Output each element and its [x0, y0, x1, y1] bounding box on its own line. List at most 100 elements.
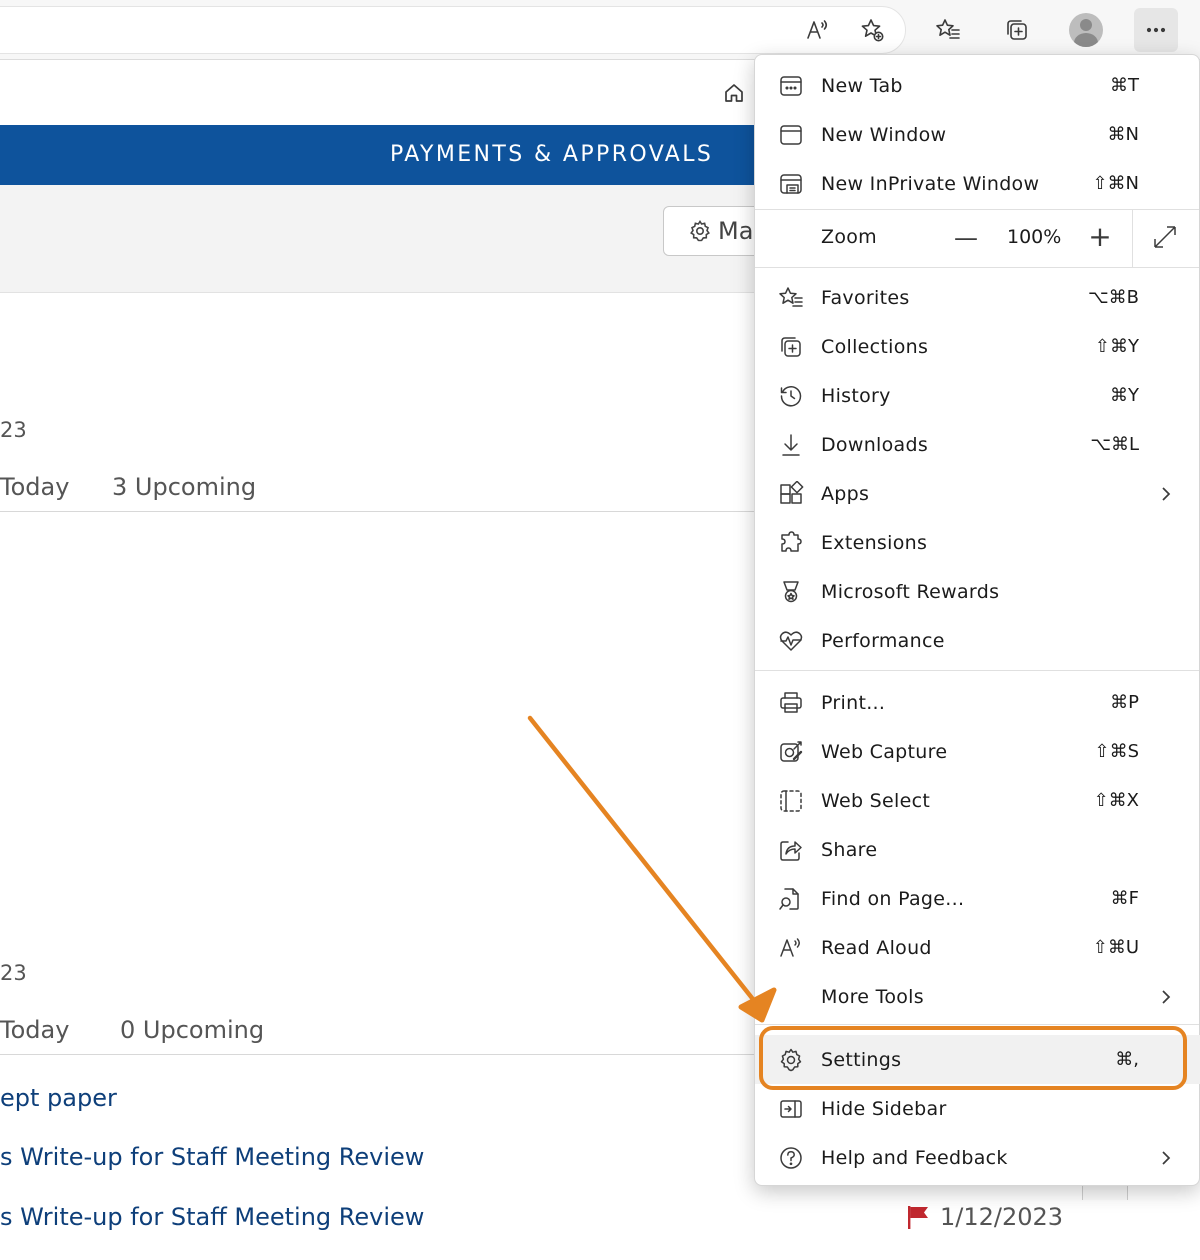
menu-item-label: Extensions	[821, 531, 928, 554]
chevron-right-icon	[1157, 485, 1175, 503]
zoom-row: Zoom — 100% +	[755, 209, 1199, 267]
menu-item-shortcut: ⌥⌘B	[1087, 287, 1139, 308]
avatar	[1069, 13, 1103, 47]
menu-separator	[755, 267, 1199, 268]
menu-item-collections[interactable]: Collections ⇧⌘Y	[755, 322, 1200, 371]
rewards-icon	[777, 578, 805, 606]
menu-item-shortcut: ⌘T	[1110, 75, 1139, 96]
zoom-value: 100%	[1007, 226, 1062, 248]
help-icon	[777, 1144, 805, 1172]
menu-item-shortcut: ⌘,	[1115, 1049, 1139, 1070]
menu-item-label: History	[821, 384, 891, 407]
menu-item-web-capture[interactable]: Web Capture ⇧⌘S	[755, 727, 1200, 776]
menu-item-label: Collections	[821, 335, 929, 358]
section2-upcoming[interactable]: 0 Upcoming	[120, 1016, 264, 1044]
task-link[interactable]: s Write-up for Staff Meeting Review	[0, 1203, 424, 1231]
flag-icon	[908, 1206, 928, 1229]
menu-item-read-aloud[interactable]: Read Aloud ⇧⌘U	[755, 923, 1200, 972]
read-aloud-icon[interactable]	[796, 8, 840, 52]
favorites-icon[interactable]	[926, 8, 970, 52]
menu-item-settings[interactable]: Settings ⌘,	[755, 1035, 1200, 1084]
hide-sidebar-icon	[777, 1095, 805, 1123]
more-icon[interactable]	[1134, 8, 1178, 52]
menu-item-performance[interactable]: Performance	[755, 616, 1200, 665]
collections-icon	[777, 333, 805, 361]
section1-today[interactable]: Today	[0, 473, 69, 501]
menu-item-label: Find on Page...	[821, 887, 965, 910]
menu-item-apps[interactable]: Apps	[755, 469, 1200, 518]
web-select-icon	[777, 787, 805, 815]
filter-bar: Ma	[0, 185, 773, 293]
manage-button-label: Ma	[718, 217, 754, 245]
share-icon	[777, 836, 805, 864]
menu-item-hide-sidebar[interactable]: Hide Sidebar	[755, 1084, 1200, 1133]
menu-item-label: New Tab	[821, 74, 903, 97]
home-icon[interactable]	[718, 77, 750, 109]
zoom-out-button[interactable]: —	[951, 223, 981, 253]
history-icon	[777, 382, 805, 410]
menu-item-shortcut: ⇧⌘N	[1092, 173, 1139, 194]
downloads-icon	[777, 431, 805, 459]
profile-avatar-icon[interactable]	[1064, 8, 1108, 52]
section1-upcoming[interactable]: 3 Upcoming	[112, 473, 256, 501]
add-favorite-icon[interactable]	[850, 8, 894, 52]
gear-icon	[690, 220, 710, 242]
apps-icon	[777, 480, 805, 508]
collections-icon[interactable]	[995, 8, 1039, 52]
menu-item-label: Performance	[821, 629, 945, 652]
menu-separator	[755, 1024, 1199, 1025]
menu-item-more-tools[interactable]: More Tools	[755, 972, 1200, 1021]
address-bar[interactable]	[0, 6, 906, 54]
menu-item-print[interactable]: Print... ⌘P	[755, 678, 1200, 727]
menu-item-label: Apps	[821, 482, 870, 505]
menu-item-shortcut: ⇧⌘X	[1093, 790, 1139, 811]
menu-item-label: Share	[821, 838, 878, 861]
task-link[interactable]: s Write-up for Staff Meeting Review	[0, 1143, 424, 1171]
find-on-page-icon	[777, 885, 805, 913]
menu-item-shortcut: ⌘Y	[1110, 385, 1139, 406]
menu-item-shortcut: ⇧⌘U	[1092, 937, 1139, 958]
menu-item-label: Favorites	[821, 286, 910, 309]
nav-title[interactable]: PAYMENTS & APPROVALS	[390, 142, 713, 167]
task-link[interactable]: ept paper	[0, 1084, 117, 1112]
new-window-icon	[777, 121, 805, 149]
menu-item-new-window[interactable]: New Window ⌘N	[755, 110, 1200, 159]
menu-item-new-tab[interactable]: New Tab ⌘T	[755, 61, 1200, 110]
menu-item-share[interactable]: Share	[755, 825, 1200, 874]
extensions-icon	[777, 529, 805, 557]
menu-item-history[interactable]: History ⌘Y	[755, 371, 1200, 420]
menu-item-label: More Tools	[821, 985, 924, 1008]
menu-item-label: Read Aloud	[821, 936, 932, 959]
favorites-icon	[777, 284, 805, 312]
chevron-right-icon	[1157, 988, 1175, 1006]
menu-separator	[755, 670, 1199, 671]
settings-icon	[777, 1046, 805, 1074]
menu-item-extensions[interactable]: Extensions	[755, 518, 1200, 567]
due-date-text: 1/12/2023	[940, 1203, 1064, 1231]
menu-item-label: Web Select	[821, 789, 931, 812]
menu-item-shortcut: ⌘P	[1110, 692, 1139, 713]
menu-item-find-on-page[interactable]: Find on Page... ⌘F	[755, 874, 1200, 923]
read-aloud-icon	[777, 934, 805, 962]
menu-item-shortcut: ⌘N	[1107, 124, 1139, 145]
browser-toolbar	[0, 0, 1200, 60]
inprivate-window-icon	[777, 170, 805, 198]
fullscreen-icon[interactable]	[1151, 223, 1181, 253]
menu-item-help-and-feedback[interactable]: Help and Feedback	[755, 1133, 1200, 1182]
divider	[0, 511, 760, 512]
zoom-in-button[interactable]: +	[1085, 220, 1115, 253]
menu-item-web-select[interactable]: Web Select ⇧⌘X	[755, 776, 1200, 825]
menu-item-label: Print...	[821, 691, 886, 714]
menu-item-favorites[interactable]: Favorites ⌥⌘B	[755, 273, 1200, 322]
menu-item-label: Downloads	[821, 433, 929, 456]
menu-item-downloads[interactable]: Downloads ⌥⌘L	[755, 420, 1200, 469]
menu-item-label: New InPrivate Window	[821, 172, 1040, 195]
chevron-right-icon	[1157, 1149, 1175, 1167]
divider	[0, 1054, 760, 1055]
section2-today[interactable]: Today	[0, 1016, 69, 1044]
due-date: 1/12/2023	[906, 1203, 1063, 1231]
menu-item-microsoft-rewards[interactable]: Microsoft Rewards	[755, 567, 1200, 616]
menu-item-new-inprivate-window[interactable]: New InPrivate Window ⇧⌘N	[755, 159, 1200, 208]
menu-item-shortcut: ⇧⌘S	[1094, 741, 1139, 762]
menu-item-shortcut: ⌥⌘L	[1090, 434, 1139, 455]
